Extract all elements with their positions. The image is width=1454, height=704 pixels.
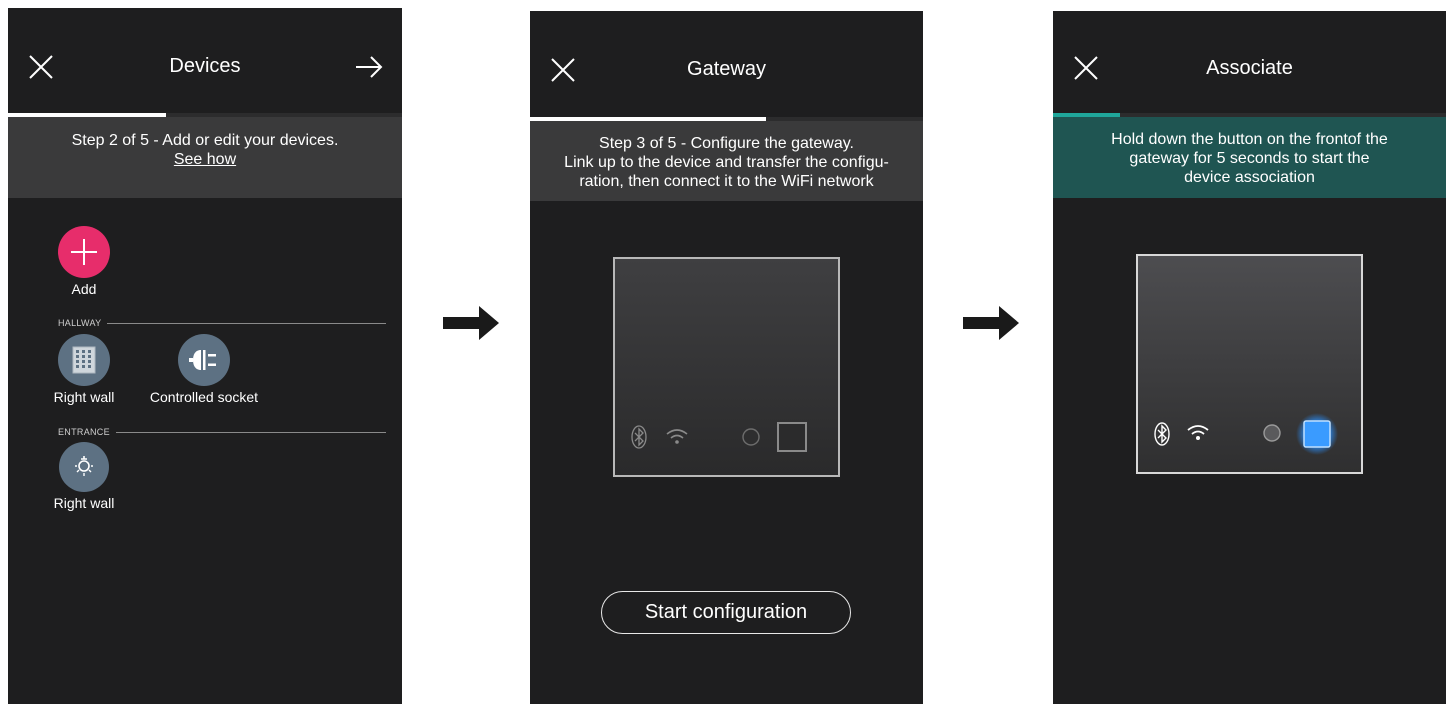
wifi-icon xyxy=(1187,425,1209,440)
add-device-button[interactable]: Add xyxy=(29,226,139,297)
instruction-text: Hold down the button on the frontof the xyxy=(1111,131,1388,148)
section-hallway: HALLWAY xyxy=(58,317,386,329)
step-text: ration, then connect it to the WiFi netw… xyxy=(579,173,874,190)
gateway-push-button xyxy=(1296,413,1338,455)
building-icon xyxy=(58,334,110,386)
see-how-link[interactable]: See how xyxy=(174,151,236,168)
page-title: Gateway xyxy=(687,58,766,80)
device-label: Right wall xyxy=(53,389,115,405)
devices-header: Devices xyxy=(8,8,402,118)
arrow-right-icon xyxy=(963,306,1019,340)
socket-icon xyxy=(178,334,230,386)
arrow-right-icon xyxy=(356,56,383,78)
lamp-icon xyxy=(59,442,109,492)
page-title: Associate xyxy=(1206,57,1293,79)
associate-screen: Associate Hold down the button on the fr… xyxy=(1053,11,1446,704)
gateway-screen: Gateway Step 3 of 5 - Configure the gate… xyxy=(530,11,923,704)
arrow-right-icon xyxy=(443,306,499,340)
next-button[interactable] xyxy=(354,52,384,82)
device-label: Right wall xyxy=(53,495,115,511)
step-text: Step 3 of 5 - Configure the gateway. xyxy=(599,135,854,152)
instruction-text: gateway for 5 seconds to start the xyxy=(1129,150,1370,167)
section-title: HALLWAY xyxy=(58,318,102,328)
instruction-text: device association xyxy=(1184,169,1315,186)
gateway-push-button xyxy=(777,422,807,452)
bluetooth-icon xyxy=(631,425,647,449)
add-label: Add xyxy=(71,281,97,297)
info-banner: Step 2 of 5 - Add or edit your devices. … xyxy=(8,117,402,198)
device-item[interactable]: Right wall xyxy=(29,442,139,511)
device-item[interactable]: Controlled socket xyxy=(149,334,259,405)
gateway-device xyxy=(1136,254,1363,474)
start-configuration-button[interactable]: Start configuration xyxy=(601,591,851,634)
device-label: Controlled socket xyxy=(149,389,259,405)
bluetooth-icon xyxy=(1154,422,1170,446)
plus-icon xyxy=(58,226,110,278)
led-indicator-icon xyxy=(742,428,760,446)
divider xyxy=(115,431,386,433)
gateway-header: Gateway xyxy=(530,11,923,121)
associate-header: Associate xyxy=(1053,11,1446,121)
section-entrance: ENTRANCE xyxy=(58,426,386,438)
info-banner: Step 3 of 5 - Configure the gateway. Lin… xyxy=(530,121,923,201)
led-indicator-icon xyxy=(1263,424,1281,442)
divider xyxy=(107,322,386,324)
gateway-device xyxy=(613,257,840,477)
info-banner: Hold down the button on the frontof the … xyxy=(1053,117,1446,198)
section-title: ENTRANCE xyxy=(58,427,110,437)
devices-screen: Devices Step 2 of 5 - Add or edit your d… xyxy=(8,8,402,704)
page-title: Devices xyxy=(169,55,241,77)
wifi-icon xyxy=(666,429,688,444)
step-text: Step 2 of 5 - Add or edit your devices. xyxy=(71,132,339,149)
device-item[interactable]: Right wall xyxy=(29,334,139,405)
step-text: Link up to the device and transfer the c… xyxy=(564,154,889,171)
